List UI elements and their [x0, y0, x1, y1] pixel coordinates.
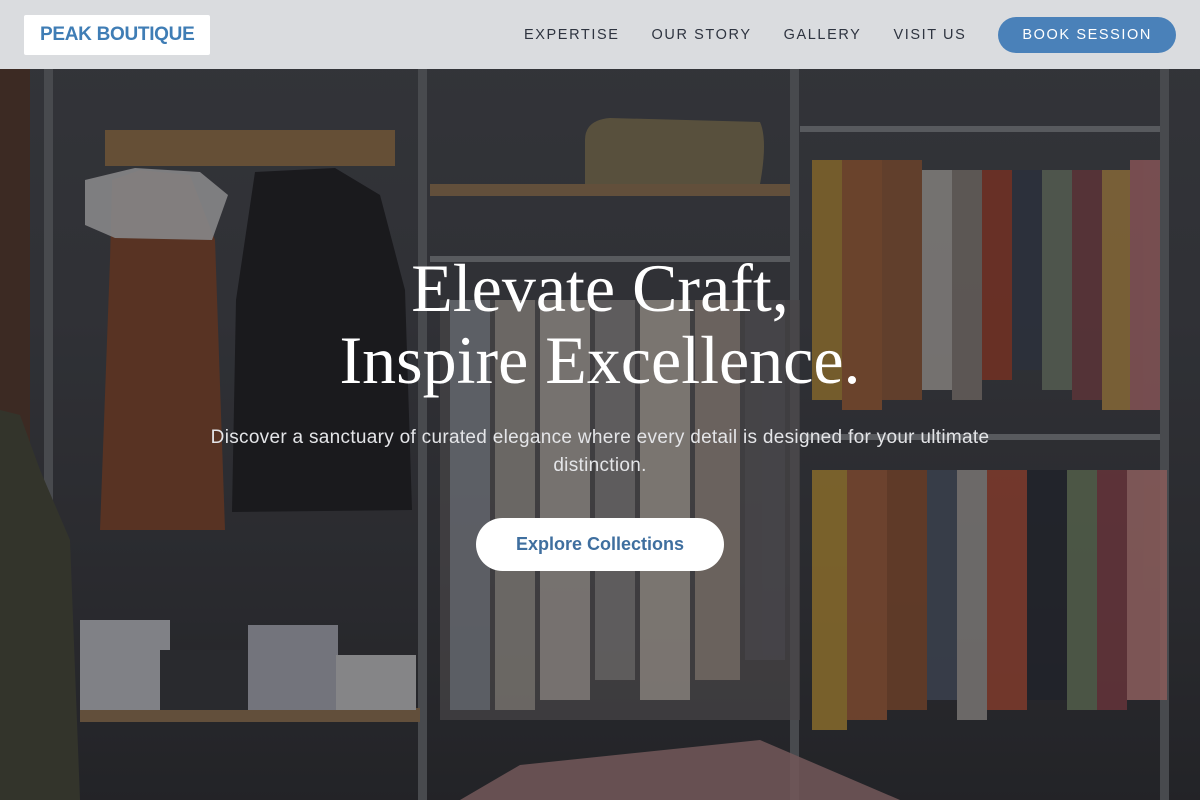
book-session-button[interactable]: BOOK SESSION [998, 16, 1176, 53]
nav-link-expertise[interactable]: EXPERTISE [524, 27, 620, 43]
hero-title-line-2: Inspire Excellence. [339, 322, 861, 398]
nav-link-gallery[interactable]: GALLERY [784, 27, 862, 43]
hero-title: Elevate Craft, Inspire Excellence. [0, 252, 1200, 396]
hero-title-line-1: Elevate Craft, [411, 250, 789, 326]
explore-collections-button[interactable]: Explore Collections [476, 518, 724, 571]
nav-link-visit-us[interactable]: VISIT US [893, 27, 966, 43]
top-navigation: PEAK BOUTIQUE EXPERTISE OUR STORY GALLER… [0, 0, 1200, 69]
nav-link-our-story[interactable]: OUR STORY [652, 27, 752, 43]
nav-links: EXPERTISE OUR STORY GALLERY VISIT US [524, 27, 966, 43]
hero-content: Elevate Craft, Inspire Excellence. Disco… [0, 252, 1200, 571]
brand-logo[interactable]: PEAK BOUTIQUE [24, 14, 211, 55]
hero-subtitle: Discover a sanctuary of curated elegance… [210, 427, 990, 476]
landing-page: PEAK BOUTIQUE EXPERTISE OUR STORY GALLER… [0, 0, 1200, 800]
